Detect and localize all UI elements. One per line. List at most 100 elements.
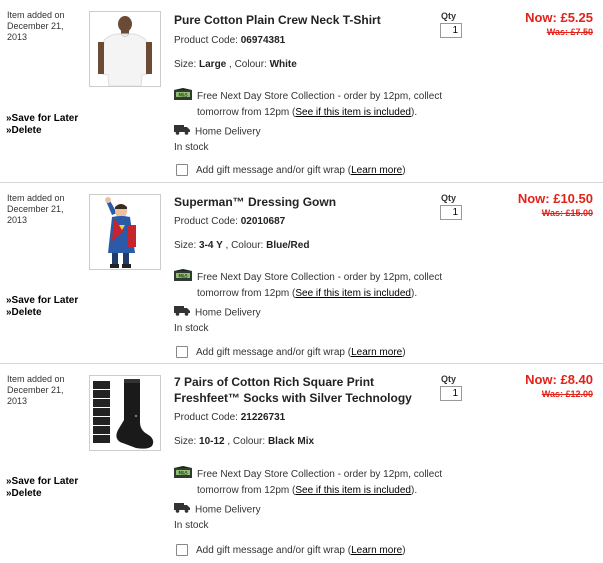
see-if-included-link[interactable]: See if this item is included (295, 288, 411, 299)
gift-checkbox[interactable] (176, 346, 188, 358)
gift-checkbox[interactable] (176, 544, 188, 556)
gift-end: ) (402, 346, 406, 358)
size-label: Size: (174, 59, 197, 70)
home-delivery-option: Home Delivery (174, 502, 261, 518)
code-label: Product Code: (174, 216, 238, 227)
learn-more-link[interactable]: Learn more (351, 347, 402, 358)
basket-item: Item added on December 21, 2013 »Save fo… (0, 364, 603, 563)
now-price: Now: £8.40 (525, 372, 593, 387)
basket-item: Item added on December 21, 2013 »Save fo… (0, 0, 603, 182)
added-year: 2013 (7, 396, 28, 406)
item-added-date: Item added on December 21, 2013 (7, 374, 81, 407)
size-label: Size: (174, 240, 197, 251)
item-actions: »Save for Later »Delete (6, 295, 78, 319)
see-if-included-link[interactable]: See if this item is included (295, 485, 411, 496)
size-value: 3-4 Y (199, 240, 223, 251)
product-code: Product Code: 06974381 (174, 35, 285, 46)
delete-link[interactable]: »Delete (6, 125, 78, 137)
item-added-date: Item added on December 21, 2013 (7, 193, 81, 226)
product-title[interactable]: Pure Cotton Plain Crew Neck T-Shirt (174, 12, 414, 28)
size-colour: Size: 3-4 Y , Colour: Blue/Red (174, 240, 309, 251)
product-title[interactable]: Superman™ Dressing Gown (174, 194, 414, 210)
colour-label: , Colour: (229, 59, 267, 70)
svg-text:M&S: M&S (178, 273, 188, 278)
home-delivery-option: Home Delivery (174, 124, 261, 140)
size-value: 10-12 (199, 436, 225, 447)
code-value: 21226731 (240, 412, 286, 423)
added-year: 2013 (7, 215, 28, 225)
now-price: Now: £5.25 (525, 10, 593, 25)
delivery-truck-icon (174, 305, 190, 321)
store-collection-text: Free Next Day Store Collection - order b… (197, 469, 443, 481)
home-delivery-text: Home Delivery (195, 504, 261, 516)
gift-text: Add gift message and/or gift wrap ( (196, 346, 352, 358)
size-colour: Size: Large , Colour: White (174, 59, 297, 70)
product-code: Product Code: 21226731 (174, 412, 285, 423)
store-collection-end: ). (410, 107, 418, 118)
gift-end: ) (402, 164, 406, 176)
store-collection-option: M&S Free Next Day Store Collection - ord… (174, 88, 442, 120)
added-label: Item added on (7, 374, 65, 384)
product-image[interactable] (89, 11, 161, 87)
stock-status: In stock (174, 142, 209, 153)
store-collection-end: ). (410, 485, 418, 496)
item-actions: »Save for Later »Delete (6, 476, 78, 500)
store-collection-text-2: tomorrow from 12pm ( (197, 107, 296, 118)
code-label: Product Code: (174, 412, 238, 423)
now-price: Now: £10.50 (517, 191, 593, 206)
was-price: Was: £15.00 (541, 208, 593, 218)
product-title[interactable]: 7 Pairs of Cotton Rich Square Print Fres… (174, 374, 414, 406)
was-price: Was: £12.00 (541, 389, 593, 399)
gift-option: Add gift message and/or gift wrap (Learn… (176, 346, 406, 358)
delivery-truck-icon (174, 124, 190, 140)
was-price: Was: £7.50 (546, 27, 593, 37)
delete-link[interactable]: »Delete (6, 307, 78, 319)
qty-label: Qty (441, 193, 457, 203)
store-collection-end: ). (410, 288, 418, 299)
size-value: Large (199, 59, 227, 70)
svg-text:M&S: M&S (178, 470, 188, 475)
store-collection-text-2: tomorrow from 12pm ( (197, 288, 296, 299)
qty-input[interactable]: 1 (440, 23, 462, 38)
item-added-date: Item added on December 21, 2013 (7, 10, 81, 43)
added-label: Item added on (7, 10, 65, 20)
stock-status: In stock (174, 520, 209, 531)
added-date: December 21, (7, 385, 64, 395)
delete-link[interactable]: »Delete (6, 488, 78, 500)
store-collection-text: Free Next Day Store Collection - order b… (197, 272, 443, 284)
gift-end: ) (402, 544, 406, 556)
colour-label: , Colour: (225, 240, 264, 251)
colour-value: Black Mix (267, 436, 315, 447)
gift-checkbox[interactable] (176, 164, 188, 176)
product-image[interactable] (89, 194, 161, 270)
added-date: December 21, (7, 21, 64, 31)
code-value: 02010687 (240, 216, 286, 227)
size-label: Size: (174, 436, 197, 447)
size-colour: Size: 10-12 , Colour: Black Mix (174, 436, 314, 447)
qty-input[interactable]: 1 (440, 386, 462, 401)
home-delivery-option: Home Delivery (174, 305, 261, 321)
added-label: Item added on (7, 193, 65, 203)
added-date: December 21, (7, 204, 64, 214)
learn-more-link[interactable]: Learn more (351, 165, 402, 176)
store-collection-option: M&S Free Next Day Store Collection - ord… (174, 466, 442, 498)
svg-text:M&S: M&S (178, 92, 188, 97)
gift-text: Add gift message and/or gift wrap ( (196, 164, 352, 176)
product-image[interactable] (89, 375, 161, 451)
save-for-later-link[interactable]: »Save for Later (6, 113, 78, 125)
colour-value: White (269, 59, 297, 70)
product-code: Product Code: 02010687 (174, 216, 285, 227)
save-for-later-link[interactable]: »Save for Later (6, 295, 78, 307)
delivery-truck-icon (174, 502, 190, 518)
learn-more-link[interactable]: Learn more (351, 545, 402, 556)
save-for-later-link[interactable]: »Save for Later (6, 476, 78, 488)
added-year: 2013 (7, 32, 28, 42)
store-collection-text: Free Next Day Store Collection - order b… (197, 91, 443, 103)
stock-status: In stock (174, 323, 209, 334)
store-collection-option: M&S Free Next Day Store Collection - ord… (174, 269, 442, 301)
gift-option: Add gift message and/or gift wrap (Learn… (176, 164, 406, 176)
see-if-included-link[interactable]: See if this item is included (295, 107, 411, 118)
qty-input[interactable]: 1 (440, 205, 462, 220)
item-actions: »Save for Later »Delete (6, 113, 78, 137)
code-value: 06974381 (240, 35, 286, 46)
